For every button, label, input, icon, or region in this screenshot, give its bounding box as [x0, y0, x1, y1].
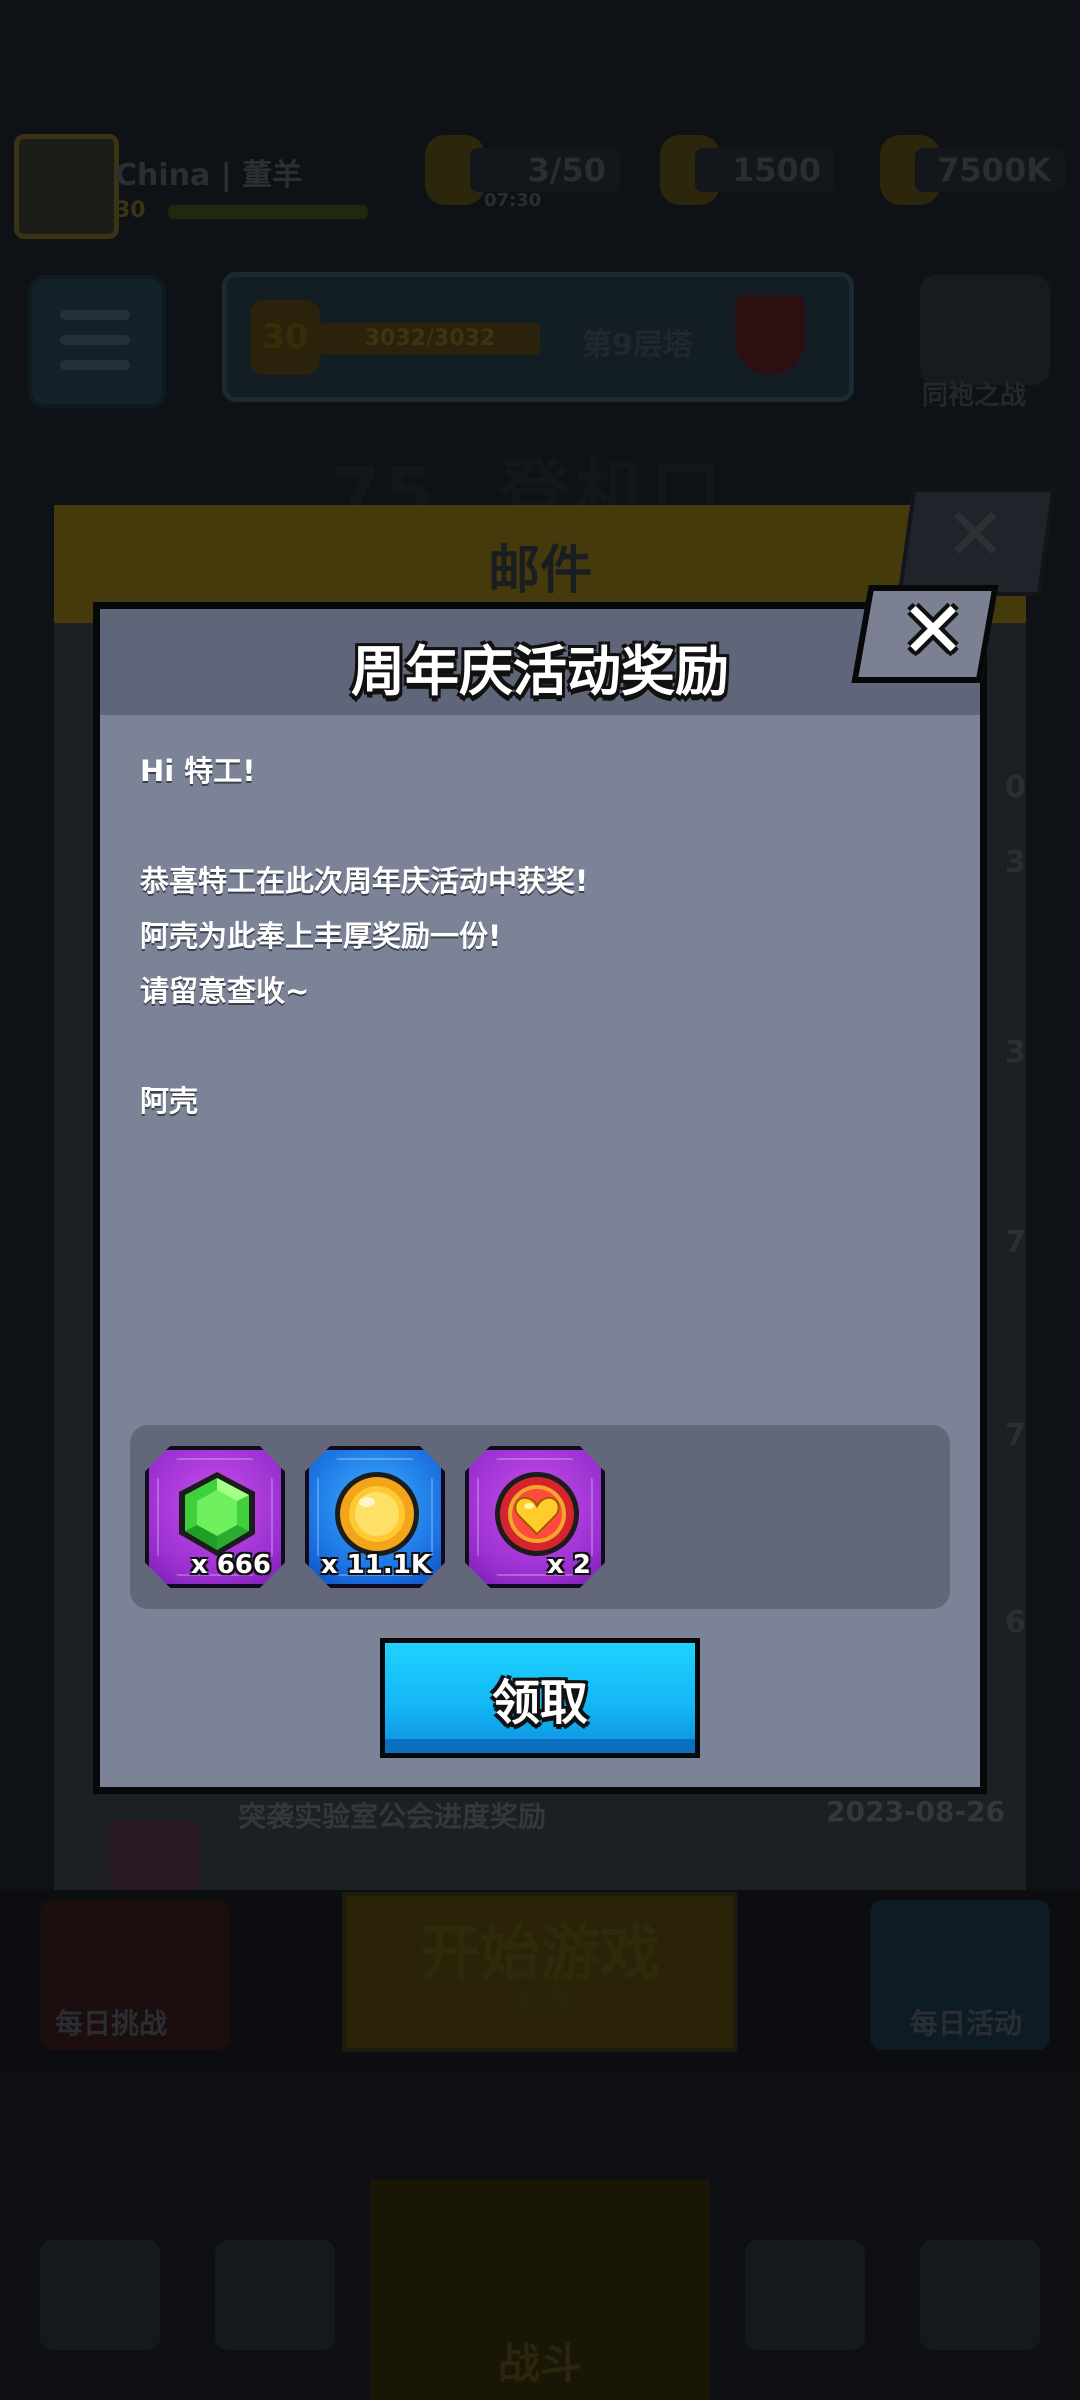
menu-line-icon	[60, 310, 130, 320]
rank-shield-icon	[735, 295, 805, 375]
green-gem-icon	[179, 1472, 255, 1556]
mail-item-date: 2023-08-26	[826, 1795, 1006, 1828]
message-line: 恭喜特工在此次周年庆活动中获奖!	[140, 864, 589, 898]
reward-item-gems[interactable]: x 666	[145, 1446, 285, 1588]
mail-gift-icon	[110, 1820, 200, 1890]
rank-text: 第9层塔	[582, 328, 693, 363]
message-signature: 阿壳	[140, 1084, 199, 1118]
guild-label: 同袍之战	[922, 381, 1027, 411]
mail-side-number: 3	[1005, 845, 1026, 880]
mail-side-number: 6	[1005, 1605, 1026, 1640]
mail-side-number: 7	[1005, 1418, 1026, 1453]
reward-quantity: x 666	[190, 1550, 271, 1580]
gold-coin-icon	[335, 1472, 419, 1556]
claim-button[interactable]: 领取	[380, 1638, 700, 1758]
reward-item-hearts[interactable]: x 2	[465, 1446, 605, 1588]
nav-battle-label: 战斗	[497, 2339, 582, 2388]
player-name: China | 董羊	[115, 158, 303, 193]
reward-quantity: x 2	[547, 1550, 591, 1580]
energy-timer: 07:30	[484, 190, 542, 211]
mail-item-title: 突袭实验室公会进度奖励	[238, 1800, 547, 1833]
heart-icon	[495, 1472, 579, 1556]
guild-shield-icon	[920, 275, 1050, 385]
rank-progress: 3032/3032	[320, 323, 540, 355]
gem-counter: 1500	[695, 148, 835, 192]
mail-side-number: 0	[1005, 770, 1026, 805]
menu-line-icon	[60, 360, 130, 370]
reward-quantity: x 11.1K	[320, 1550, 431, 1580]
rank-badge: 30	[250, 300, 320, 375]
message-greeting: Hi 特工!	[140, 754, 256, 788]
nav-map-icon	[920, 2240, 1040, 2350]
reward-item-coins[interactable]: x 11.1K	[305, 1446, 445, 1588]
coin-counter: 7500K	[915, 148, 1065, 192]
close-x-icon[interactable]: ✕	[898, 584, 968, 679]
message-line: 阿壳为此奉上丰厚奖励一份!	[140, 919, 502, 953]
claim-button-label: 领取	[491, 1675, 588, 1731]
player-xp-bar	[168, 205, 368, 219]
mail-side-number: 7	[1005, 1225, 1026, 1260]
daily-event-label: 每日活动	[910, 2007, 1023, 2040]
player-level: 30	[115, 198, 146, 223]
nav-talent-icon	[745, 2240, 865, 2350]
dialog-title: 周年庆活动奖励	[351, 640, 729, 703]
menu-line-icon	[60, 335, 130, 345]
mail-close-icon: ✕	[945, 492, 1006, 576]
player-avatar	[14, 134, 119, 239]
mail-side-number: 3	[1005, 1035, 1026, 1070]
dialog-header: 周年庆活动奖励	[100, 609, 980, 715]
message-line: 请留意查收~	[140, 974, 310, 1008]
energy-counter: 3/50	[470, 148, 620, 192]
